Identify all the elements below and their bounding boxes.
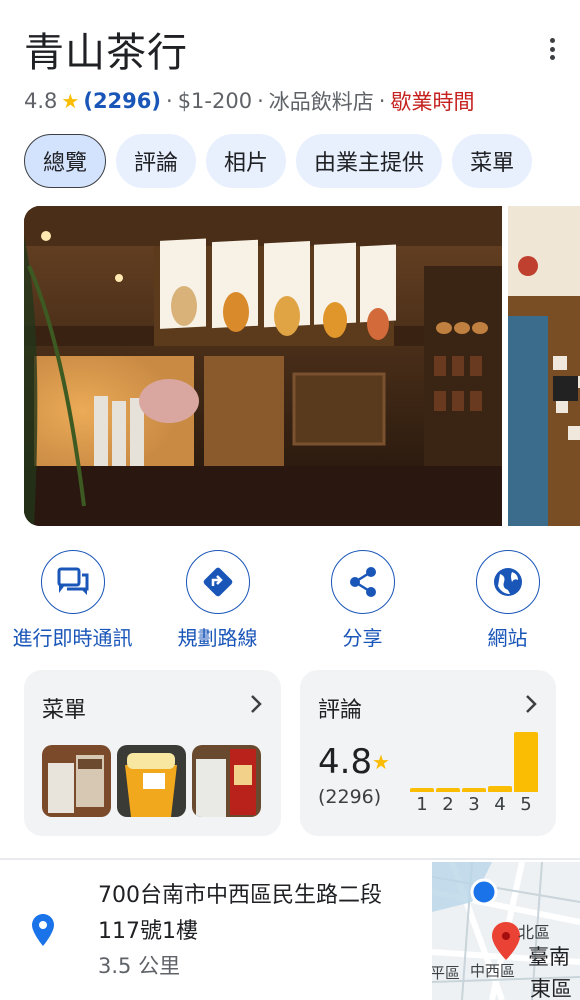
chevron-right-icon — [526, 695, 537, 713]
place-meta: 4.8 ★ (2296) · $1-200 · 冰品飲料店 · 歇業時間 — [24, 86, 474, 116]
share-icon — [330, 550, 395, 614]
hours-status[interactable]: 歇業時間 — [390, 86, 474, 116]
map-label: 平區 — [432, 965, 460, 982]
globe-icon — [475, 550, 540, 614]
location-pin-icon — [32, 914, 54, 946]
map-label: 中西區 — [470, 963, 515, 980]
chat-icon — [40, 550, 105, 614]
share-button[interactable]: 分享 — [290, 550, 435, 651]
rating-value: 4.8 — [318, 742, 373, 782]
distance-text: 3.5 公里 — [98, 954, 181, 978]
directions-icon — [185, 550, 250, 614]
tab-menu[interactable]: 菜單 — [452, 134, 533, 188]
menu-card-title: 菜單 — [42, 698, 87, 723]
chat-button[interactable]: 進行即時通訊 — [0, 550, 145, 651]
rating-histogram-labels: 12345 — [410, 794, 538, 815]
address-text: 700台南市中西區民生路二段117號1樓 — [98, 883, 382, 944]
rating-bar-5 — [514, 732, 538, 792]
star-icon: ★ — [61, 89, 80, 113]
rating-bar-3 — [462, 788, 486, 792]
more-options-icon[interactable] — [548, 38, 556, 60]
chevron-right-icon — [251, 695, 262, 713]
menu-card[interactable]: 菜單 — [24, 670, 281, 836]
menu-photo[interactable] — [192, 745, 261, 817]
map-label: 東區 — [530, 978, 572, 1000]
category[interactable]: 冰品飲料店 — [269, 86, 374, 116]
rating-bar-label: 3 — [468, 794, 480, 815]
tab-photos[interactable]: 相片 — [206, 134, 287, 188]
menu-photo[interactable] — [117, 745, 186, 817]
place-photo-secondary[interactable] — [508, 206, 580, 526]
website-button[interactable]: 網站 — [435, 550, 580, 651]
rating-bar-label: 4 — [494, 794, 506, 815]
rating-histogram — [410, 730, 538, 792]
reviews-card[interactable]: 評論 4.8 ★ (2296) 12345 — [300, 670, 556, 836]
tab-overview[interactable]: 總覽 — [24, 134, 107, 188]
review-count: (2296) — [318, 786, 382, 808]
rating-bar-4 — [488, 786, 512, 792]
directions-button[interactable]: 規劃路線 — [145, 550, 290, 651]
price-range: $1-200 — [177, 89, 253, 113]
place-photo-main[interactable] — [24, 206, 502, 526]
map-thumbnail[interactable]: 北區 臺南 東區 平區 中西區 — [432, 862, 580, 1000]
rating-bar-label: 2 — [442, 794, 454, 815]
review-count-link[interactable]: (2296) — [83, 89, 161, 113]
map-label: 北區 — [518, 924, 550, 942]
tab-bar: 總覽 評論 相片 由業主提供 菜單 — [24, 134, 533, 188]
rating-bar-label: 5 — [520, 794, 532, 815]
rating-value: 4.8 — [24, 89, 58, 113]
menu-photo[interactable] — [42, 745, 111, 817]
rating-bar-2 — [436, 788, 460, 792]
rating-bar-1 — [410, 788, 434, 792]
address-row[interactable]: 700台南市中西區民生路二段117號1樓 3.5 公里 北區 臺南 東區 平區 … — [0, 860, 580, 1000]
tab-from-owner[interactable]: 由業主提供 — [296, 134, 443, 188]
map-label: 臺南 — [528, 946, 570, 969]
reviews-card-title: 評論 — [318, 698, 363, 723]
rating-bar-label: 1 — [416, 794, 428, 815]
star-icon: ★ — [372, 750, 390, 774]
place-title: 青山茶行 — [24, 30, 188, 76]
tab-reviews[interactable]: 評論 — [116, 134, 197, 188]
action-bar: 進行即時通訊 規劃路線 分享 網站 — [0, 550, 580, 651]
